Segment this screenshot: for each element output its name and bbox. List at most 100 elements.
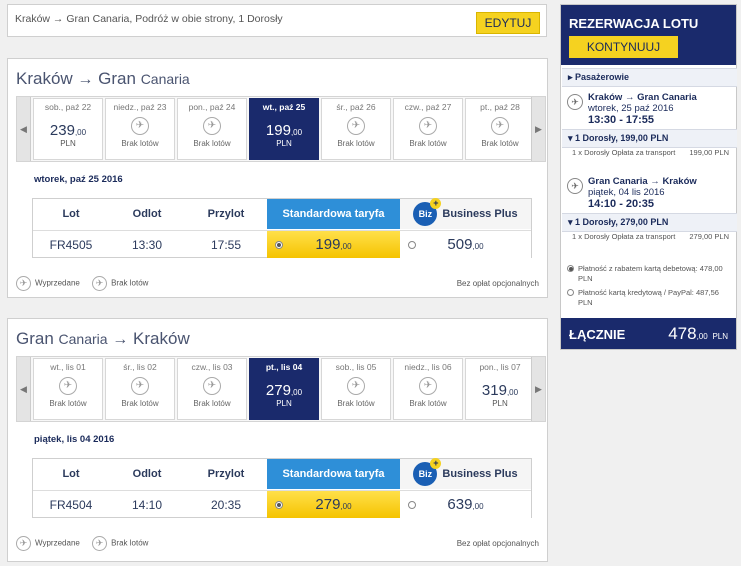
no-flights-label: Brak lotów <box>193 399 231 408</box>
date-option-day: pon., paź 24 <box>188 102 236 112</box>
next-dates-button[interactable]: ▶ <box>531 97 545 161</box>
sidebar-ret-pax-toggle[interactable]: ▾ 1 Dorosły, 279,00 PLN <box>562 213 737 232</box>
date-option-day: sob., paź 22 <box>44 102 92 112</box>
business-plus-option[interactable]: 639,00 <box>400 490 531 518</box>
return-route-title: Gran Canaria → Kraków <box>16 329 190 348</box>
col-header-arrival: Przylot <box>207 208 245 220</box>
return-date-strip: ◀ wt., lis 01 ✈ Brak lotów śr., lis 02 ✈ Brak… <box>16 356 546 422</box>
no-flights-icon: ✈ <box>59 377 77 395</box>
no-flights-icon: ✈ <box>419 117 437 135</box>
date-option-currency: PLN <box>276 399 292 408</box>
arrival-time: 20:35 <box>185 490 267 518</box>
no-flights-label: Brak lotów <box>337 139 375 148</box>
date-option-day: czw., lis 03 <box>191 362 233 372</box>
return-fare-table: Lot Odlot Przylot Standardowa taryfa Biz… <box>32 458 532 518</box>
date-option-day: pt., paź 28 <box>480 102 520 112</box>
total-label: ŁĄCZNIE <box>569 327 626 342</box>
no-flights-label: Brak lotów <box>49 399 87 408</box>
date-option-day: śr., paź 26 <box>336 102 376 112</box>
return-date-label: piątek, lis 04 2016 <box>34 434 115 445</box>
no-flights-icon: ✈ <box>131 377 149 395</box>
business-plus-radio[interactable] <box>408 241 416 249</box>
date-option: sob., lis 05 ✈ Brak lotów <box>321 358 391 420</box>
sidebar-out-date: wtorek, 25 paź 2016 <box>588 103 674 114</box>
col-header-arrival: Przylot <box>207 468 245 480</box>
col-header-business-plus: BizBusiness Plus <box>400 198 531 229</box>
biz-logo: Biz <box>413 198 442 227</box>
no-fees-note: Bez opłat opcjonalnych <box>456 539 539 548</box>
no-flights-icon: ✈ <box>131 117 149 135</box>
standard-fare-option[interactable]: 279,00 <box>267 490 400 518</box>
date-option[interactable]: pon., lis 07 319,00 PLN <box>465 358 535 420</box>
standard-fare-radio[interactable] <box>275 501 283 509</box>
no-flights-icon: ✈ <box>491 117 509 135</box>
no-flights-icon: ✈ <box>347 377 365 395</box>
date-option: śr., paź 26 ✈ Brak lotów <box>321 98 391 160</box>
date-option[interactable]: wt., paź 25 199,00 PLN <box>249 98 319 160</box>
plane-icon: ✈ <box>567 178 583 194</box>
sidebar-ret-times: 14:10 - 20:35 <box>588 198 655 210</box>
next-dates-button[interactable]: ▶ <box>531 357 545 421</box>
sidebar-outbound: ✈ Kraków → Gran Canaria wtorek, 25 paź 2… <box>562 89 737 160</box>
booking-sidebar: REZERWACJA LOTU KONTYNUUJ ▸ Pasażerowie … <box>560 4 737 350</box>
date-option[interactable]: sob., paź 22 239,00 PLN <box>33 98 103 160</box>
no-flights-icon: ✈ <box>419 377 437 395</box>
prev-dates-button[interactable]: ◀ <box>17 97 31 161</box>
no-flights-label: Brak lotów <box>481 139 519 148</box>
col-header-departure: Odlot <box>132 208 162 220</box>
no-flights-label: Brak lotów <box>121 139 159 148</box>
edit-button[interactable]: EDYTUJ <box>476 12 540 34</box>
business-plus-option[interactable]: 509,00 <box>400 230 531 258</box>
plane-icon: ✈ <box>567 94 583 110</box>
pay-debit-option[interactable]: Płatność z rabatem kartą debetową: 478,0… <box>562 260 737 288</box>
sold-out-icon: ✈ <box>16 536 31 551</box>
pay-debit-radio[interactable] <box>567 265 574 272</box>
return-panel: Gran Canaria → Kraków ◀ wt., lis 01 ✈ Brak… <box>7 318 548 562</box>
col-header-standard-fare: Standardowa taryfa <box>267 459 400 489</box>
date-option-day: wt., lis 01 <box>50 362 86 372</box>
legend: ✈ Wyprzedane ✈ Brak lotów <box>16 536 158 551</box>
pay-credit-option[interactable]: Płatność kartą kredytową / PayPal: 487,5… <box>562 288 737 312</box>
date-option-day: sob., lis 05 <box>335 362 377 372</box>
outbound-date-strip: ◀ sob., paź 22 239,00 PLN niedz., paź 23 ✈ Br… <box>16 96 546 162</box>
outbound-route-title: Kraków → Gran Canaria <box>16 69 190 88</box>
no-flights-label: Brak lotów <box>409 399 447 408</box>
date-option-day: niedz., paź 23 <box>113 102 167 112</box>
standard-fare-option[interactable]: 199,00 <box>267 230 400 258</box>
sidebar-ret-route: Gran Canaria → Kraków <box>588 176 697 187</box>
date-option-price: 199,00 <box>265 122 303 139</box>
no-flights-icon: ✈ <box>203 117 221 135</box>
date-option: śr., lis 02 ✈ Brak lotów <box>105 358 175 420</box>
legend: ✈ Wyprzedane ✈ Brak lotów <box>16 276 158 291</box>
no-flights-label: Brak lotów <box>193 139 231 148</box>
no-flights-label: Brak lotów <box>121 399 159 408</box>
col-header-flight: Lot <box>62 208 80 220</box>
date-option-day: śr., lis 02 <box>123 362 157 372</box>
date-option[interactable]: pt., lis 04 279,00 PLN <box>249 358 319 420</box>
no-flights-label: Brak lotów <box>337 399 375 408</box>
date-option-currency: PLN <box>276 139 292 148</box>
total-value: 478,00 PLN <box>668 324 728 343</box>
passengers-toggle[interactable]: ▸ Pasażerowie <box>562 68 737 87</box>
search-summary-bar: Kraków → Gran Canaria, Podróż w obie str… <box>7 4 547 37</box>
date-option-currency: PLN <box>60 139 76 148</box>
date-option-currency: PLN <box>492 399 508 408</box>
date-option-day: pon., lis 07 <box>479 362 521 372</box>
continue-button[interactable]: KONTYNUUJ <box>569 36 678 58</box>
standard-fare-radio[interactable] <box>275 241 283 249</box>
business-plus-radio[interactable] <box>408 501 416 509</box>
sidebar-header: REZERWACJA LOTU KONTYNUUJ <box>561 5 736 65</box>
sold-out-icon: ✈ <box>16 276 31 291</box>
arrival-time: 17:55 <box>185 230 267 258</box>
date-option-price: 279,00 <box>265 382 303 399</box>
sidebar-out-pax-toggle[interactable]: ▾ 1 Dorosły, 199,00 PLN <box>562 129 737 148</box>
outbound-date-label: wtorek, paź 25 2016 <box>34 174 123 185</box>
sidebar-ret-date: piątek, 04 lis 2016 <box>588 187 665 198</box>
pay-credit-radio[interactable] <box>567 289 574 296</box>
date-option: wt., lis 01 ✈ Brak lotów <box>33 358 103 420</box>
col-header-flight: Lot <box>62 468 80 480</box>
outbound-fare-table: Lot Odlot Przylot Standardowa taryfa Biz… <box>32 198 532 258</box>
sidebar-out-route: Kraków → Gran Canaria <box>588 92 697 103</box>
prev-dates-button[interactable]: ◀ <box>17 357 31 421</box>
flight-number: FR4505 <box>33 230 109 258</box>
